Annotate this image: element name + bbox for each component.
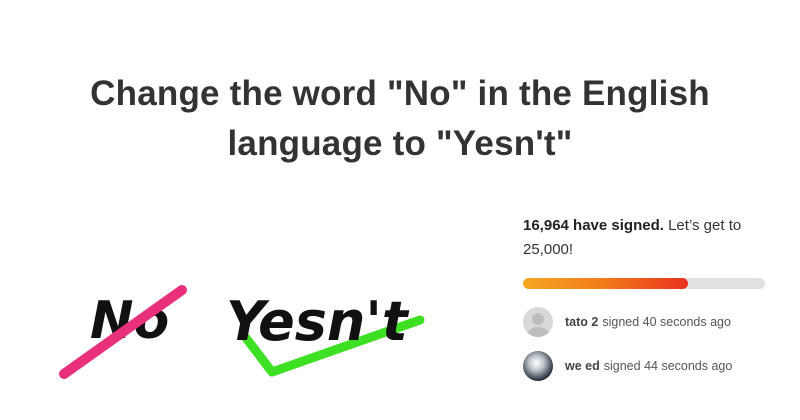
new-word: Yesn't: [226, 290, 410, 353]
petition-sidebar: 16,964 have signed. Let’s get to 25,000!…: [523, 214, 773, 381]
signature-progress-fill: [523, 278, 688, 289]
default-avatar-icon[interactable]: [523, 307, 553, 337]
user-photo-avatar[interactable]: [523, 351, 553, 381]
signer-time: 40 seconds ago: [642, 315, 731, 329]
signer-time: 44 seconds ago: [644, 359, 733, 373]
page-title-line-1: Change the word "No" in the English: [90, 74, 710, 114]
page-title: Change the word "No" in the English lang…: [0, 69, 800, 169]
recent-signer: tato 2 signed 40 seconds ago: [523, 307, 773, 337]
signer-action: signed: [602, 315, 640, 329]
signer-name[interactable]: tato 2: [565, 315, 598, 329]
signed-summary: 16,964 have signed. Let’s get to 25,000!: [523, 214, 763, 262]
signer-name[interactable]: we ed: [565, 359, 600, 373]
page-title-line-2: language to "Yesn't": [227, 124, 573, 164]
recent-signer: we ed signed 44 seconds ago: [523, 351, 773, 381]
signed-count: 16,964 have signed.: [523, 217, 664, 234]
hero-image: No Yesn't: [59, 285, 425, 379]
signature-progress-bar: [523, 278, 765, 289]
signer-action: signed: [603, 359, 641, 373]
